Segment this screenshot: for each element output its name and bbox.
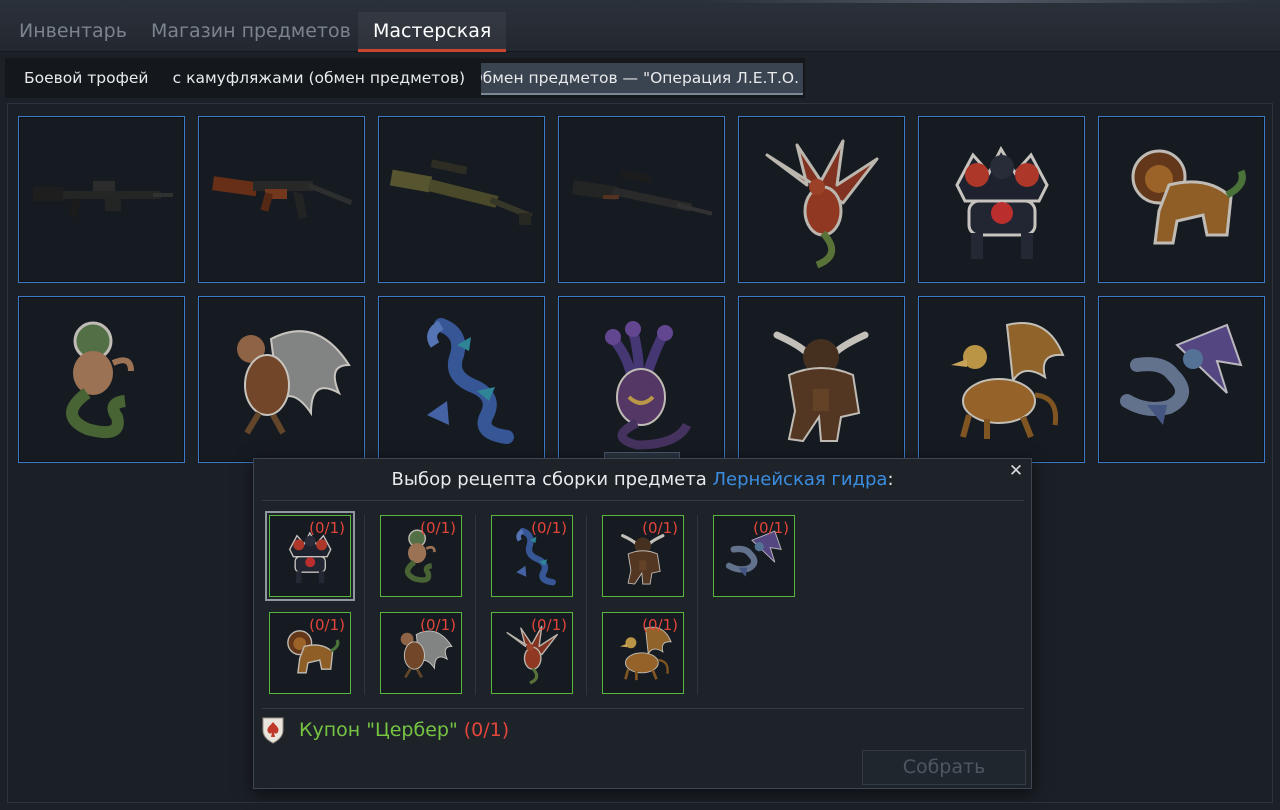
tab-workshop[interactable]: Мастерская: [358, 12, 507, 52]
recipe-count: (0/1): [531, 519, 567, 537]
recipe-column-divider: [364, 515, 365, 695]
item-cell[interactable]: [738, 116, 905, 283]
red-dragon-icon: [765, 139, 879, 269]
machine-gun-dark-icon: [33, 181, 173, 218]
hydra-icon: [605, 321, 692, 450]
coupon-requirement: Купон "Цербер" (0/1): [299, 717, 509, 743]
item-cell[interactable]: [918, 296, 1085, 463]
item-cell[interactable]: [1098, 296, 1265, 463]
subtab-camo-sets[interactable]: Наборы с камуфляжами (обмен предметов): [173, 63, 469, 95]
dialog-divider-bottom: [262, 708, 1024, 709]
medusa-icon: [66, 321, 134, 438]
recipe-count: (0/1): [309, 519, 345, 537]
recipe-option[interactable]: (0/1): [269, 612, 351, 694]
harpy-icon: [237, 330, 351, 435]
build-button[interactable]: Собрать: [862, 750, 1026, 785]
subtab-camo-sets-label: Наборы с камуфляжами (обмен предметов): [173, 69, 465, 87]
scoped-rifle-camo-icon: [389, 159, 533, 225]
recipe-column-divider: [697, 515, 698, 695]
item-cell[interactable]: [558, 296, 725, 463]
subtab-operation-summer[interactable]: Обмен предметов — "Операция Л.Е.Т.О.: [481, 63, 803, 95]
close-icon[interactable]: ✕: [1005, 460, 1027, 482]
recipe-column-divider: [586, 515, 587, 695]
subtab-operation-summer-label: Обмен предметов — "Операция Л.Е.Т.О.: [481, 69, 799, 87]
top-navigation-bar: Инвентарь Магазин предметов Мастерская: [0, 0, 1280, 52]
item-cell[interactable]: [378, 296, 545, 463]
dialog-divider-top: [262, 500, 1024, 501]
item-cell[interactable]: [738, 296, 905, 463]
recipe-count: (0/1): [420, 616, 456, 634]
recipe-count: (0/1): [531, 616, 567, 634]
item-cell[interactable]: [18, 116, 185, 283]
tab-item-shop[interactable]: Магазин предметов: [136, 12, 366, 52]
tab-inventory[interactable]: Инвентарь: [4, 12, 142, 52]
item-cell[interactable]: [198, 296, 365, 463]
dialog-title-prefix: Выбор рецепта сборки предмета: [391, 469, 707, 490]
recipe-option[interactable]: (0/1): [491, 612, 573, 694]
recipe-option[interactable]: (0/1): [602, 515, 684, 597]
item-cell[interactable]: [378, 116, 545, 283]
sea-serpent-icon: [427, 318, 514, 444]
item-cell[interactable]: [918, 116, 1085, 283]
ak-rifle-icon: [212, 176, 353, 219]
wyvern-icon: [1120, 323, 1243, 425]
recipe-count: (0/1): [642, 519, 678, 537]
recipe-count: (0/1): [753, 519, 789, 537]
recipe-count: (0/1): [420, 519, 456, 537]
sniper-rifle-dark-icon: [572, 170, 713, 216]
minotaur-icon: [773, 331, 869, 443]
griffin-icon: [951, 322, 1065, 439]
cerberus-icon: [955, 145, 1049, 259]
dialog-title: Выбор рецепта сборки предмета Лернейская…: [254, 467, 1031, 493]
item-cell[interactable]: [1098, 116, 1265, 283]
dialog-title-suffix: :: [887, 469, 894, 490]
recipe-option[interactable]: (0/1): [380, 612, 462, 694]
workshop-subtabs: Боевой трофей Наборы с камуфляжами (обме…: [5, 58, 805, 98]
recipe-count: (0/1): [309, 616, 345, 634]
recipe-count: (0/1): [642, 616, 678, 634]
coupon-count: (0/1): [463, 719, 510, 741]
recipe-dialog: Выбор рецепта сборки предмета Лернейская…: [253, 458, 1032, 789]
coupon-label: Купон "Цербер": [299, 719, 458, 741]
dialog-item-name[interactable]: Лернейская гидра: [712, 469, 887, 490]
subtab-battle-trophy[interactable]: Боевой трофей: [20, 63, 150, 95]
item-cell[interactable]: [198, 116, 365, 283]
lion-chimera-icon: [1131, 149, 1246, 245]
recipe-option[interactable]: (0/1): [602, 612, 684, 694]
recipe-option[interactable]: (0/1): [713, 515, 795, 597]
spade-shield-icon: [262, 717, 284, 744]
item-cell[interactable]: [558, 116, 725, 283]
item-cell[interactable]: [18, 296, 185, 463]
recipe-option[interactable]: (0/1): [380, 515, 462, 597]
recipe-option[interactable]: (0/1): [491, 515, 573, 597]
recipe-option[interactable]: (0/1): [265, 511, 355, 601]
recipe-column-divider: [475, 515, 476, 695]
